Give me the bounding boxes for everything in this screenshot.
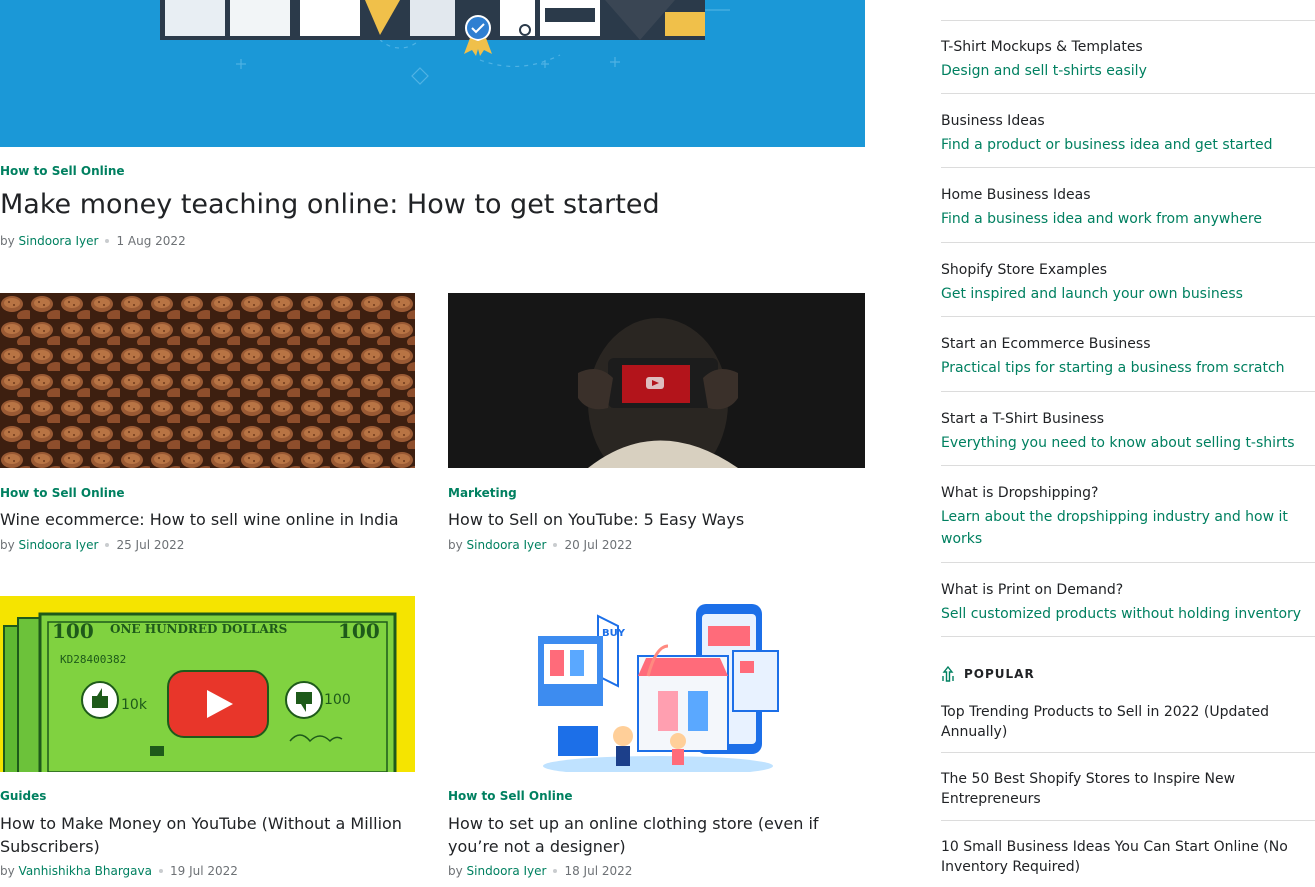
money-likes: 10k xyxy=(121,697,148,713)
card-category-link[interactable]: Guides xyxy=(0,789,46,803)
hero-image[interactable] xyxy=(0,0,865,147)
by-label: by xyxy=(0,538,15,552)
card-category-link[interactable]: Marketing xyxy=(448,486,517,500)
trending-icon xyxy=(942,666,954,682)
separator-dot xyxy=(105,238,110,243)
separator-dot xyxy=(553,868,558,873)
money-denom-right: 100 xyxy=(338,619,380,643)
sidebar-link-title: Home Business Ideas xyxy=(941,187,1091,203)
money-youtube-illustration: 100 ONE HUNDRED DOLLARS 100 KD28400382 1… xyxy=(0,596,415,772)
by-label: by xyxy=(0,234,15,248)
separator-dot xyxy=(158,868,163,873)
separator-dot xyxy=(553,542,558,547)
article-list: How to Sell Online Make money teaching o… xyxy=(0,0,866,887)
popular-heading-label: POPULAR xyxy=(964,667,1035,681)
by-label: by xyxy=(0,864,15,878)
sidebar-link-subtitle: Find a business idea and work from anywh… xyxy=(941,211,1262,227)
card-meta: by Sindoora Iyer 20 Jul 2022 xyxy=(448,538,632,552)
popular-link-trending-products[interactable]: Top Trending Products to Sell in 2022 (U… xyxy=(941,702,1315,753)
card-author-link[interactable]: Sindoora Iyer xyxy=(19,538,99,552)
sidebar-link-business-ideas[interactable]: Business Ideas Find a product or busines… xyxy=(941,111,1315,168)
card-meta: by Vanhishikha Bhargava 19 Jul 2022 xyxy=(0,864,238,878)
sidebar-link-title: Business Ideas xyxy=(941,113,1045,129)
card-image-money[interactable]: 100 ONE HUNDRED DOLLARS 100 KD28400382 1… xyxy=(0,596,415,772)
sidebar-link-title: What is Print on Demand? xyxy=(941,582,1124,598)
hero-illustration xyxy=(0,0,865,147)
divider xyxy=(941,20,1315,21)
sidebar-link-subtitle: Learn about the dropshipping industry an… xyxy=(941,509,1288,547)
money-banner: ONE HUNDRED DOLLARS xyxy=(110,622,287,636)
sidebar-link-subtitle: Sell customized products without holding… xyxy=(941,606,1302,622)
card-author-link[interactable]: Sindoora Iyer xyxy=(467,864,547,878)
hero-meta: by Sindoora Iyer 1 Aug 2022 xyxy=(0,234,186,248)
sidebar-link-dropshipping[interactable]: What is Dropshipping? Learn about the dr… xyxy=(941,483,1315,563)
card-meta: by Sindoora Iyer 25 Jul 2022 xyxy=(0,538,184,552)
sidebar-link-tshirt-mockups[interactable]: T-Shirt Mockups & Templates Design and s… xyxy=(941,37,1315,94)
card-meta: by Sindoora Iyer 18 Jul 2022 xyxy=(448,864,632,878)
buy-sign: BUY xyxy=(602,628,626,639)
sidebar-link-subtitle: Find a product or business idea and get … xyxy=(941,137,1273,153)
sidebar-link-title: What is Dropshipping? xyxy=(941,485,1099,501)
by-label: by xyxy=(448,538,463,552)
card-title-link[interactable]: How to Sell on YouTube: 5 Easy Ways xyxy=(448,509,865,531)
wine-corks-photo xyxy=(0,293,415,468)
card-title-link[interactable]: How to set up an online clothing store (… xyxy=(448,812,865,858)
sidebar-link-title: Shopify Store Examples xyxy=(941,262,1108,278)
card-image-wine[interactable] xyxy=(0,293,415,468)
sidebar: T-Shirt Mockups & Templates Design and s… xyxy=(941,0,1315,887)
money-dislikes: 100 xyxy=(324,692,351,708)
sidebar-link-title: Start an Ecommerce Business xyxy=(941,336,1151,352)
money-denom-left: 100 xyxy=(52,619,94,643)
card-image-clothing[interactable]: BUY xyxy=(448,596,865,772)
card-category-link[interactable]: How to Sell Online xyxy=(0,486,125,500)
sidebar-link-ecommerce-business[interactable]: Start an Ecommerce Business Practical ti… xyxy=(941,334,1315,392)
card-category-link[interactable]: How to Sell Online xyxy=(448,789,573,803)
sidebar-link-home-business[interactable]: Home Business Ideas Find a business idea… xyxy=(941,185,1315,243)
sidebar-link-subtitle: Design and sell t-shirts easily xyxy=(941,63,1147,79)
sidebar-link-title: Start a T-Shirt Business xyxy=(941,411,1105,427)
popular-link-small-business-ideas[interactable]: 10 Small Business Ideas You Can Start On… xyxy=(941,837,1315,887)
sidebar-link-subtitle: Practical tips for starting a business f… xyxy=(941,360,1285,376)
card-date: 19 Jul 2022 xyxy=(169,864,238,878)
sidebar-link-subtitle: Everything you need to know about sellin… xyxy=(941,435,1295,451)
card-author-link[interactable]: Sindoora Iyer xyxy=(467,538,547,552)
card-date: 25 Jul 2022 xyxy=(116,538,185,552)
popular-link-best-stores[interactable]: The 50 Best Shopify Stores to Inspire Ne… xyxy=(941,769,1315,821)
card-image-youtube[interactable] xyxy=(448,293,865,468)
popular-heading: POPULAR xyxy=(941,666,1035,682)
hero-category-link[interactable]: How to Sell Online xyxy=(0,164,125,178)
separator-dot xyxy=(105,542,110,547)
sidebar-link-subtitle: Get inspired and launch your own busines… xyxy=(941,286,1243,302)
card-date: 20 Jul 2022 xyxy=(564,538,633,552)
by-label: by xyxy=(448,864,463,878)
hero-title-link[interactable]: Make money teaching online: How to get s… xyxy=(0,188,660,222)
card-title-link[interactable]: How to Make Money on YouTube (Without a … xyxy=(0,812,415,858)
sidebar-link-store-examples[interactable]: Shopify Store Examples Get inspired and … xyxy=(941,260,1315,317)
sidebar-link-print-on-demand[interactable]: What is Print on Demand? Sell customized… xyxy=(941,580,1315,637)
sidebar-link-tshirt-business[interactable]: Start a T-Shirt Business Everything you … xyxy=(941,409,1315,466)
hero-date: 1 Aug 2022 xyxy=(116,234,186,248)
clothing-store-illustration: BUY xyxy=(448,596,865,772)
money-serial: KD28400382 xyxy=(60,653,126,666)
sidebar-link-title: T-Shirt Mockups & Templates xyxy=(941,39,1143,55)
card-title-link[interactable]: Wine ecommerce: How to sell wine online … xyxy=(0,509,415,531)
youtube-phone-photo xyxy=(448,293,865,468)
hero-author-link[interactable]: Sindoora Iyer xyxy=(19,234,99,248)
card-author-link[interactable]: Vanhishikha Bhargava xyxy=(19,864,152,878)
card-date: 18 Jul 2022 xyxy=(564,864,633,878)
